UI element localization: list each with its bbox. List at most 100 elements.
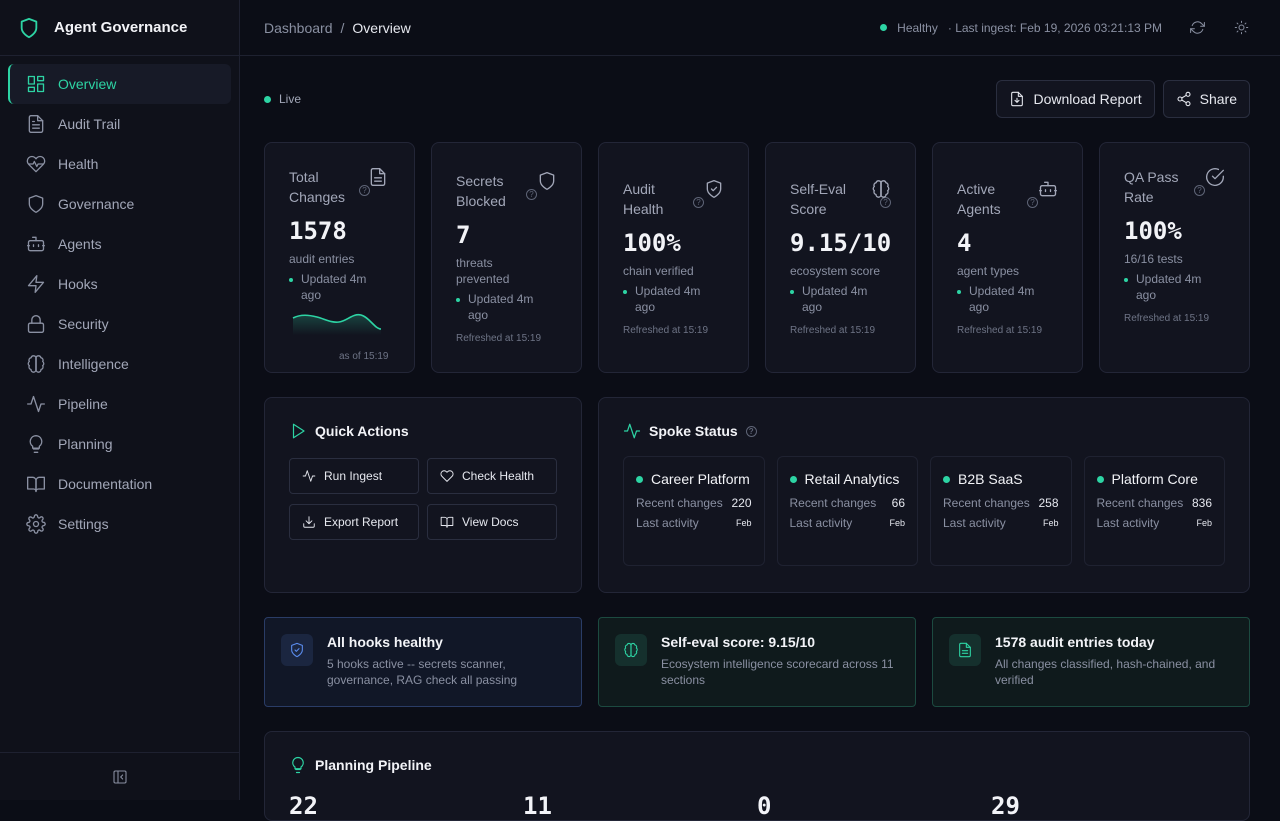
stat-footer: as of 15:19 bbox=[339, 351, 388, 362]
stat-card-qa-pass-rate[interactable]: QA Pass Rate ? 100% 16/16 tests Updated … bbox=[1099, 142, 1250, 373]
activity-value: Feb bbox=[889, 515, 905, 531]
download-report-label: Download Report bbox=[1033, 91, 1141, 107]
stat-label: Active Agents bbox=[957, 179, 1027, 219]
actions-row: Quick Actions Run Ingest Check Health Ex… bbox=[264, 397, 1250, 593]
spoke-activity: Last activityFeb bbox=[636, 515, 752, 531]
lightbulb-icon bbox=[26, 434, 46, 454]
quick-actions-title: Quick Actions bbox=[289, 422, 557, 440]
stat-sub: 16/16 tests bbox=[1124, 251, 1219, 267]
sidebar-item-label: Documentation bbox=[58, 476, 152, 492]
help-icon[interactable]: ? bbox=[693, 197, 704, 208]
help-icon[interactable]: ? bbox=[1194, 185, 1205, 196]
stat-footer: Refreshed at 15:19 bbox=[456, 333, 581, 344]
stat-card-secrets-blocked[interactable]: Secrets Blocked ? 7 threats prevented Up… bbox=[431, 142, 582, 373]
export-report-button[interactable]: Export Report bbox=[289, 504, 419, 540]
sidebar-item-intelligence[interactable]: Intelligence bbox=[8, 344, 231, 384]
activity-label: Last activity bbox=[636, 515, 699, 531]
help-icon[interactable]: ? bbox=[526, 189, 537, 200]
updated-text: Updated 4m ago bbox=[1136, 271, 1224, 303]
main-content: Live Download Report Share Total Changes… bbox=[240, 56, 1280, 800]
stat-value: 9.15/10 bbox=[790, 229, 915, 257]
spoke-card-retail-analytics[interactable]: Retail Analytics Recent changes66 Last a… bbox=[777, 456, 919, 566]
spoke-recent: Recent changes220 bbox=[636, 495, 752, 511]
sidebar-item-security[interactable]: Security bbox=[8, 304, 231, 344]
run-ingest-button[interactable]: Run Ingest bbox=[289, 458, 419, 494]
sidebar-item-label: Settings bbox=[58, 516, 109, 532]
spoke-status-dot bbox=[943, 476, 950, 483]
download-icon bbox=[302, 515, 316, 529]
status-dot bbox=[880, 24, 887, 31]
spoke-name: Retail Analytics bbox=[790, 469, 906, 489]
planning-count: 29 bbox=[991, 792, 1225, 820]
updated-text: Updated 4m ago bbox=[468, 291, 556, 323]
activity-icon bbox=[302, 469, 316, 483]
sidebar-item-overview[interactable]: Overview bbox=[8, 64, 231, 104]
sidebar-item-audit-trail[interactable]: Audit Trail bbox=[8, 104, 231, 144]
share-button[interactable]: Share bbox=[1163, 80, 1250, 118]
updated-dot bbox=[790, 290, 794, 294]
stat-label: QA Pass Rate bbox=[1124, 167, 1194, 207]
spoke-card-b2b-saas[interactable]: B2B SaaS Recent changes258 Last activity… bbox=[930, 456, 1072, 566]
planning-pipeline-panel: Planning Pipeline 22 11 0 29 bbox=[264, 731, 1250, 821]
sidebar-item-pipeline[interactable]: Pipeline bbox=[8, 384, 231, 424]
stat-card-audit-health[interactable]: Audit Health ? 100% chain verified Updat… bbox=[598, 142, 749, 373]
recent-label: Recent changes bbox=[636, 495, 723, 511]
quick-actions-grid: Run Ingest Check Health Export Report Vi… bbox=[289, 458, 557, 540]
stat-card-active-agents[interactable]: Active Agents ? 4 agent types Updated 4m… bbox=[932, 142, 1083, 373]
recent-value: 836 bbox=[1192, 495, 1212, 511]
refresh-button[interactable] bbox=[1182, 13, 1212, 43]
file-text-icon bbox=[949, 634, 981, 666]
spoke-card-platform-core[interactable]: Platform Core Recent changes836 Last act… bbox=[1084, 456, 1226, 566]
stat-sub: audit entries bbox=[289, 251, 384, 267]
bot-icon bbox=[26, 234, 46, 254]
last-ingest: · Last ingest: Feb 19, 2026 03:21:13 PM bbox=[948, 21, 1162, 35]
sidebar-item-hooks[interactable]: Hooks bbox=[8, 264, 231, 304]
stat-card-self-eval-score[interactable]: Self-Eval Score ? 9.15/10 ecosystem scor… bbox=[765, 142, 916, 373]
alert-title: All hooks healthy bbox=[327, 634, 565, 650]
page-header: Live Download Report Share bbox=[264, 56, 1250, 142]
sidebar-item-governance[interactable]: Governance bbox=[8, 184, 231, 224]
header-actions: Download Report Share bbox=[996, 80, 1250, 118]
sidebar-item-health[interactable]: Health bbox=[8, 144, 231, 184]
help-icon[interactable]: ? bbox=[746, 426, 757, 437]
stat-updated: Updated 4m ago bbox=[790, 283, 890, 315]
sidebar-item-planning[interactable]: Planning bbox=[8, 424, 231, 464]
stat-label: Total Changes bbox=[289, 167, 359, 207]
alert-text: 5 hooks active -- secrets scanner, gover… bbox=[327, 656, 565, 688]
check-health-button[interactable]: Check Health bbox=[427, 458, 557, 494]
recent-value: 66 bbox=[892, 495, 905, 511]
help-icon[interactable]: ? bbox=[1027, 197, 1038, 208]
file-download-icon bbox=[1009, 91, 1025, 107]
spoke-card-career-platform[interactable]: Career Platform Recent changes220 Last a… bbox=[623, 456, 765, 566]
sidebar-collapse-icon[interactable] bbox=[112, 769, 128, 785]
spoke-recent: Recent changes258 bbox=[943, 495, 1059, 511]
recent-label: Recent changes bbox=[943, 495, 1030, 511]
stat-sub: chain verified bbox=[623, 263, 718, 279]
sidebar-item-label: Intelligence bbox=[58, 356, 129, 372]
breadcrumb-dashboard[interactable]: Dashboard bbox=[264, 20, 333, 36]
alert-title: Self-eval score: 9.15/10 bbox=[661, 634, 899, 650]
sidebar-item-settings[interactable]: Settings bbox=[8, 504, 231, 544]
stat-updated: Updated 4m ago bbox=[623, 283, 723, 315]
stat-value: 100% bbox=[1124, 217, 1249, 245]
spoke-grid: Career Platform Recent changes220 Last a… bbox=[623, 456, 1225, 566]
download-report-button[interactable]: Download Report bbox=[996, 80, 1154, 118]
file-text-icon bbox=[368, 167, 388, 190]
stat-sub: ecosystem score bbox=[790, 263, 885, 279]
stat-footer: Refreshed at 15:19 bbox=[1124, 313, 1249, 324]
theme-toggle-button[interactable] bbox=[1226, 13, 1256, 43]
breadcrumb: Dashboard / Overview bbox=[264, 20, 411, 36]
stat-card-total-changes[interactable]: Total Changes ? 1578 audit entries Updat… bbox=[264, 142, 415, 373]
quick-actions-panel: Quick Actions Run Ingest Check Health Ex… bbox=[264, 397, 582, 593]
stat-footer: Refreshed at 15:19 bbox=[790, 325, 915, 336]
sidebar-item-agents[interactable]: Agents bbox=[8, 224, 231, 264]
breadcrumb-separator: / bbox=[341, 20, 345, 36]
sidebar-item-label: Governance bbox=[58, 196, 134, 212]
recent-label: Recent changes bbox=[790, 495, 877, 511]
planning-pipeline-heading: Planning Pipeline bbox=[315, 757, 432, 773]
sidebar-item-documentation[interactable]: Documentation bbox=[8, 464, 231, 504]
updated-dot bbox=[623, 290, 627, 294]
shield-icon bbox=[26, 194, 46, 214]
brand[interactable]: Agent Governance bbox=[0, 0, 239, 56]
view-docs-button[interactable]: View Docs bbox=[427, 504, 557, 540]
